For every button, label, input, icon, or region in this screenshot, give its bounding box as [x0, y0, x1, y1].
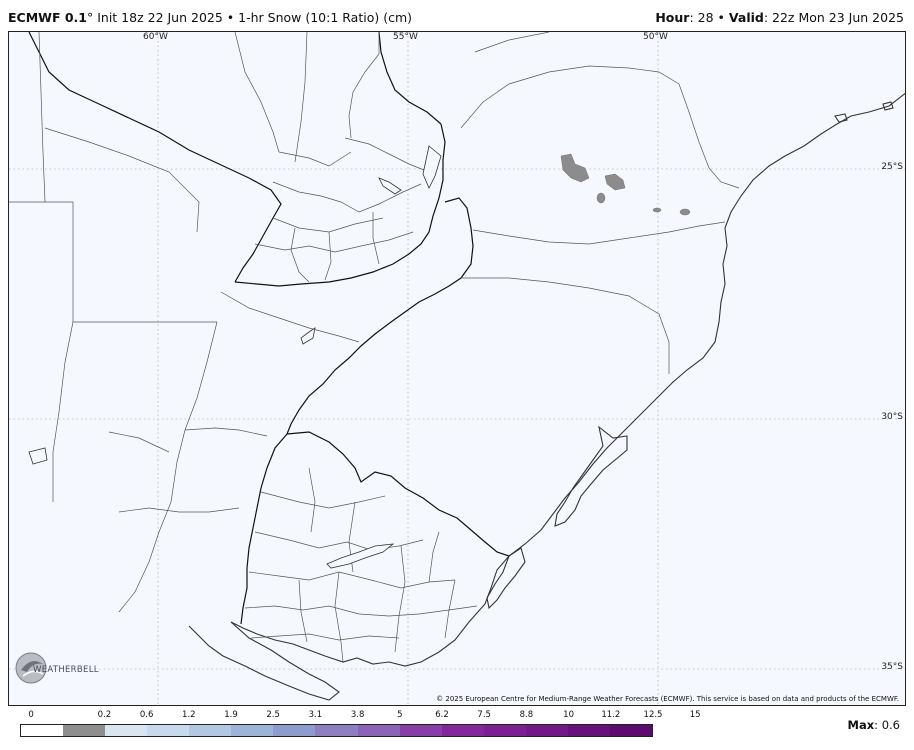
- legend-tick: 12.5: [643, 710, 663, 720]
- legend-tick: 0.2: [97, 710, 112, 720]
- map-title: ECMWF 0.1° Init 18z 22 Jun 2025 • 1-hr S…: [8, 10, 412, 25]
- product-name: 1-hr Snow (10:1 Ratio) (cm): [238, 10, 413, 25]
- legend-tick: 3.1: [308, 710, 323, 720]
- lat-label-30s: 30°S: [881, 412, 903, 422]
- lat-label-35s: 35°S: [881, 662, 903, 672]
- legend-tick: 0.6: [139, 710, 154, 720]
- init-time: Init 18z 22 Jun 2025: [97, 10, 223, 25]
- lon-label-60w: 60°W: [143, 32, 168, 42]
- legend-swatch: [525, 725, 568, 736]
- lakes: [28, 145, 442, 569]
- weatherbell-logo: WEATHERBELL: [13, 648, 99, 688]
- legend-tick: 8.8: [519, 710, 534, 720]
- legend-swatch: [315, 725, 358, 736]
- separator: •: [226, 10, 235, 25]
- legend-tick: 1.2: [182, 710, 196, 720]
- legend-swatch: [567, 725, 610, 736]
- legend-swatch: [189, 725, 232, 736]
- state-borders: [9, 32, 740, 663]
- degree-symbol: °: [86, 10, 94, 25]
- legend-swatch: [147, 725, 190, 736]
- header: ECMWF 0.1° Init 18z 22 Jun 2025 • 1-hr S…: [0, 0, 914, 30]
- legend-swatch: [483, 725, 526, 736]
- legend-tick: 7.5: [477, 710, 491, 720]
- legend-color-bar: [20, 724, 653, 737]
- separator-2: •: [717, 10, 725, 25]
- legend-tick: 11.2: [601, 710, 621, 720]
- hour-label: Hour: [655, 10, 690, 25]
- legend-swatch: [105, 725, 148, 736]
- logo-text: WEATHERBELL: [33, 665, 99, 675]
- valid-time-info: Hour: 28 • Valid: 22z Mon 23 Jun 2025: [655, 10, 904, 25]
- legend-swatch: [357, 725, 400, 736]
- basemap: [9, 32, 905, 705]
- max-label-text: Max: [847, 718, 875, 732]
- legend-swatch: [273, 725, 316, 736]
- legend-tick: 0: [28, 710, 34, 720]
- model-name: ECMWF 0.1: [8, 10, 87, 25]
- legend-swatch: [21, 725, 64, 736]
- max-value: Max: 0.6: [847, 718, 900, 732]
- snow-areas: [560, 153, 691, 216]
- legend-tick: 6.2: [435, 710, 449, 720]
- lon-label-55w: 55°W: [393, 32, 418, 42]
- legend-tick-labels: 0 0.2 0.6 1.2 1.9 2.5 3.1 3.8 5 6.2 7.5 8.8 10 11.2 12…: [20, 710, 700, 722]
- legend-tick: 5: [397, 710, 403, 720]
- legend-tick: 2.5: [266, 710, 280, 720]
- legend-tick: 1.9: [224, 710, 238, 720]
- legend-swatch: [63, 725, 106, 736]
- legend-tick: 15: [689, 710, 701, 720]
- graticule: [9, 32, 905, 705]
- legend-swatch: [609, 725, 652, 736]
- valid-value: 22z Mon 23 Jun 2025: [772, 10, 904, 25]
- hour-value: 28: [697, 10, 714, 25]
- copyright-notice: © 2025 European Centre for Medium-Range …: [436, 695, 899, 703]
- map-panel: 60°W 55°W 50°W 25°S 30°S 35°S WEATHERBEL…: [8, 31, 906, 706]
- legend-swatch: [231, 725, 274, 736]
- max-value-number: 0.6: [881, 718, 900, 732]
- legend-tick: 3.8: [350, 710, 365, 720]
- legend: 0 0.2 0.6 1.2 1.9 2.5 3.1 3.8 5 6.2 7.5 8.8 10 11.2 12…: [20, 708, 701, 748]
- lat-label-25s: 25°S: [881, 162, 903, 172]
- legend-swatch: [441, 725, 484, 736]
- legend-tick: 10: [563, 710, 575, 720]
- valid-label: Valid: [728, 10, 764, 25]
- legend-swatch: [399, 725, 442, 736]
- lon-label-50w: 50°W: [643, 32, 668, 42]
